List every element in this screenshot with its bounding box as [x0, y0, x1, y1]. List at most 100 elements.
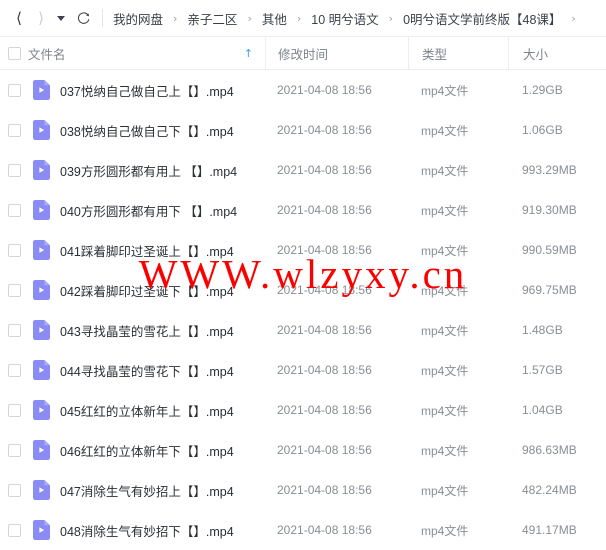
row-checkbox[interactable] — [7, 83, 21, 97]
file-type-cell: mp4文件 — [408, 190, 508, 230]
breadcrumb-item-my-drive[interactable]: 我的网盘 — [112, 9, 164, 28]
history-dropdown-button[interactable] — [52, 6, 70, 30]
row-checkbox-cell[interactable] — [0, 163, 28, 177]
file-type-label: mp4文件 — [421, 403, 469, 418]
table-row[interactable]: 041踩着脚印过圣诞上【】.mp4 2021-04-08 18:56 mp4文件… — [0, 230, 606, 270]
row-checkbox-cell[interactable] — [0, 443, 28, 457]
row-checkbox[interactable] — [7, 403, 21, 417]
table-row[interactable]: 042踩着脚印过圣诞下【】.mp4 2021-04-08 18:56 mp4文件… — [0, 270, 606, 310]
row-checkbox[interactable] — [7, 363, 21, 377]
row-checkbox[interactable] — [7, 283, 21, 297]
column-header-time[interactable]: 修改时间 — [265, 37, 408, 69]
column-header-name[interactable]: 文件名 ↑ — [28, 37, 265, 69]
table-row[interactable]: 047消除生气有妙招上【】.mp4 2021-04-08 18:56 mp4文件… — [0, 470, 606, 510]
file-type-label: mp4文件 — [421, 163, 469, 178]
column-header-time-label: 修改时间 — [278, 47, 329, 62]
file-modified-time-label: 2021-04-08 18:56 — [277, 283, 372, 297]
file-modified-time-label: 2021-04-08 18:56 — [277, 123, 372, 137]
file-size-cell: 491.17MB — [508, 510, 606, 550]
file-name-cell[interactable]: 048消除生气有妙招下【】.mp4 — [28, 510, 265, 550]
back-button[interactable]: ⟨ — [8, 6, 30, 30]
file-name-label: 044寻找晶莹的雪花下【】.mp4 — [60, 364, 234, 379]
file-name-label: 038悦纳自己做自己下【】.mp4 — [60, 124, 234, 139]
file-name-cell[interactable]: 046红红的立体新年下【】.mp4 — [28, 430, 265, 470]
row-checkbox-cell[interactable] — [0, 83, 28, 97]
file-name-cell[interactable]: 040方形圆形都有用下 【】.mp4 — [28, 190, 265, 230]
row-checkbox-cell[interactable] — [0, 523, 28, 537]
file-name-label: 046红红的立体新年下【】.mp4 — [60, 444, 234, 459]
table-row[interactable]: 043寻找晶莹的雪花上【】.mp4 2021-04-08 18:56 mp4文件… — [0, 310, 606, 350]
file-type-label: mp4文件 — [421, 123, 469, 138]
row-checkbox[interactable] — [7, 243, 21, 257]
file-name-cell[interactable]: 042踩着脚印过圣诞下【】.mp4 — [28, 270, 265, 310]
video-file-icon — [33, 280, 50, 300]
file-type-cell: mp4文件 — [408, 390, 508, 430]
file-size-label: 1.57GB — [522, 363, 563, 377]
table-row[interactable]: 046红红的立体新年下【】.mp4 2021-04-08 18:56 mp4文件… — [0, 430, 606, 470]
video-file-icon — [33, 360, 50, 380]
file-type-label: mp4文件 — [421, 523, 469, 538]
breadcrumb-item-other[interactable]: 其他 — [261, 9, 288, 28]
row-checkbox[interactable] — [7, 443, 21, 457]
breadcrumb-separator-icon: › — [173, 11, 178, 25]
row-checkbox[interactable] — [7, 483, 21, 497]
refresh-button[interactable] — [71, 6, 95, 30]
row-checkbox-cell[interactable] — [0, 203, 28, 217]
breadcrumb-item-mingxi[interactable]: 10 明兮语文 — [310, 9, 379, 28]
table-row[interactable]: 040方形圆形都有用下 【】.mp4 2021-04-08 18:56 mp4文… — [0, 190, 606, 230]
file-modified-time-label: 2021-04-08 18:56 — [277, 163, 372, 177]
row-checkbox-cell[interactable] — [0, 363, 28, 377]
file-name-cell[interactable]: 041踩着脚印过圣诞上【】.mp4 — [28, 230, 265, 270]
table-row[interactable]: 044寻找晶莹的雪花下【】.mp4 2021-04-08 18:56 mp4文件… — [0, 350, 606, 390]
table-row[interactable]: 048消除生气有妙招下【】.mp4 2021-04-08 18:56 mp4文件… — [0, 510, 606, 550]
row-checkbox-cell[interactable] — [0, 403, 28, 417]
video-file-icon — [33, 400, 50, 420]
file-name-cell[interactable]: 038悦纳自己做自己下【】.mp4 — [28, 110, 265, 150]
file-name-cell[interactable]: 047消除生气有妙招上【】.mp4 — [28, 470, 265, 510]
table-row[interactable]: 037悦纳自己做自己上【】.mp4 2021-04-08 18:56 mp4文件… — [0, 70, 606, 110]
row-checkbox[interactable] — [7, 523, 21, 537]
breadcrumb-item-current[interactable]: 0明兮语文学前终版【48课】 — [402, 9, 562, 28]
video-file-icon — [33, 440, 50, 460]
breadcrumb: 我的网盘 › 亲子二区 › 其他 › 10 明兮语文 › 0明兮语文学前终版【4… — [112, 9, 606, 28]
file-modified-time-label: 2021-04-08 18:56 — [277, 203, 372, 217]
row-checkbox[interactable] — [7, 323, 21, 337]
caret-down-icon — [57, 15, 65, 21]
row-checkbox[interactable] — [7, 123, 21, 137]
select-all-checkbox[interactable] — [7, 46, 21, 60]
file-name-cell[interactable]: 037悦纳自己做自己上【】.mp4 — [28, 70, 265, 110]
row-checkbox-cell[interactable] — [0, 323, 28, 337]
file-name-cell[interactable]: 039方形圆形都有用上 【】.mp4 — [28, 150, 265, 190]
table-row[interactable]: 045红红的立体新年上【】.mp4 2021-04-08 18:56 mp4文件… — [0, 390, 606, 430]
file-name-cell[interactable]: 043寻找晶莹的雪花上【】.mp4 — [28, 310, 265, 350]
row-checkbox[interactable] — [7, 203, 21, 217]
chevron-right-icon: ⟩ — [38, 8, 44, 27]
file-size-label: 482.24MB — [522, 483, 577, 497]
table-row[interactable]: 038悦纳自己做自己下【】.mp4 2021-04-08 18:56 mp4文件… — [0, 110, 606, 150]
row-checkbox-cell[interactable] — [0, 283, 28, 297]
video-file-icon — [33, 520, 50, 540]
file-type-cell: mp4文件 — [408, 270, 508, 310]
file-modified-time-label: 2021-04-08 18:56 — [277, 523, 372, 537]
file-type-cell: mp4文件 — [408, 510, 508, 550]
file-size-label: 1.48GB — [522, 323, 563, 337]
file-name-label: 039方形圆形都有用上 【】.mp4 — [60, 164, 238, 179]
row-checkbox-cell[interactable] — [0, 243, 28, 257]
row-checkbox-cell[interactable] — [0, 483, 28, 497]
file-name-cell[interactable]: 044寻找晶莹的雪花下【】.mp4 — [28, 350, 265, 390]
breadcrumb-item-parenting[interactable]: 亲子二区 — [186, 9, 238, 28]
forward-button[interactable]: ⟩ — [30, 6, 52, 30]
file-size-label: 986.63MB — [522, 443, 577, 457]
file-name-cell[interactable]: 045红红的立体新年上【】.mp4 — [28, 390, 265, 430]
row-checkbox[interactable] — [7, 163, 21, 177]
file-size-cell: 993.29MB — [508, 150, 606, 190]
sort-ascending-icon[interactable]: ↑ — [244, 48, 253, 59]
select-all-checkbox-cell[interactable] — [0, 46, 28, 60]
file-type-label: mp4文件 — [421, 483, 469, 498]
row-checkbox-cell[interactable] — [0, 123, 28, 137]
table-row[interactable]: 039方形圆形都有用上 【】.mp4 2021-04-08 18:56 mp4文… — [0, 150, 606, 190]
column-header-size[interactable]: 大小 — [508, 37, 606, 69]
column-header-type[interactable]: 类型 — [408, 37, 508, 69]
chevron-left-icon: ⟨ — [16, 8, 22, 27]
file-size-cell: 969.75MB — [508, 270, 606, 310]
